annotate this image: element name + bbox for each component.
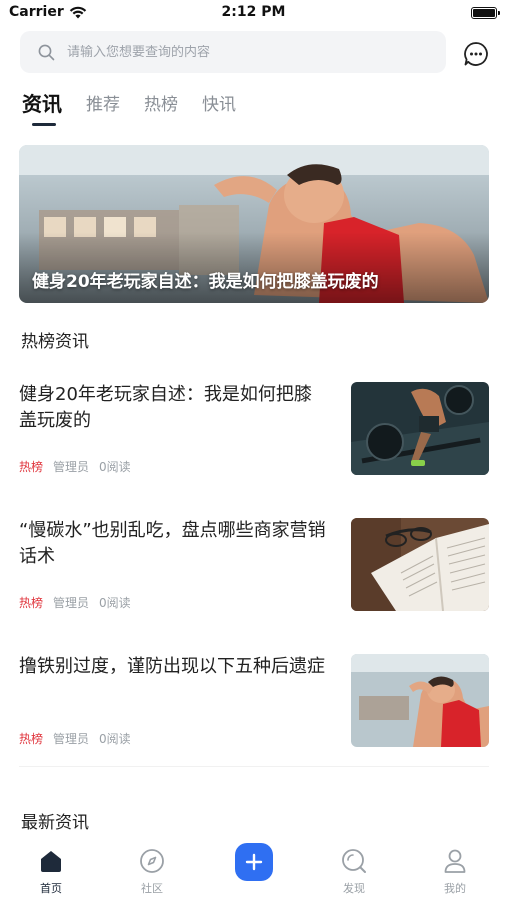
article-reads: 0阅读: [99, 596, 131, 610]
compass-icon: [140, 849, 164, 873]
carrier-indicator: Carrier: [9, 4, 87, 20]
latest-section-title: 最新资讯: [21, 813, 89, 833]
article-reads: 0阅读: [99, 732, 131, 746]
thumbnail-image: [351, 382, 489, 475]
article-thumbnail: [351, 654, 489, 747]
search-input[interactable]: [67, 44, 407, 60]
tabbar-label: 发现: [343, 882, 365, 895]
banner-carousel[interactable]: 健身20年老玩家自述：我是如何把膝盖玩废的: [19, 145, 489, 303]
article-author: 管理员: [53, 596, 90, 610]
article-meta: 热榜 管理员 0阅读: [19, 594, 131, 611]
article-author: 管理员: [53, 732, 90, 746]
home-icon: [41, 851, 61, 872]
status-time: 2:12 PM: [221, 4, 286, 20]
carrier-label: Carrier: [9, 4, 64, 20]
tab-flash[interactable]: 快讯: [202, 91, 236, 119]
article-title: 撸铁别过度，谨防出现以下五种后遗症: [19, 656, 325, 677]
thumbnail-image: [351, 654, 489, 747]
plus-icon: [245, 853, 263, 871]
search-icon: [38, 44, 55, 60]
article-thumbnail: [351, 518, 489, 611]
hot-tag: 热榜: [19, 460, 44, 474]
tab-hot[interactable]: 热榜: [144, 91, 178, 119]
battery-icon: [471, 7, 500, 19]
article-meta: 热榜 管理员 0阅读: [19, 458, 131, 475]
article-title: “慢碳水”也别乱吃，盘点哪些商家营销话术: [19, 520, 326, 567]
article-title: 健身20年老玩家自述：我是如何把膝盖玩废的: [19, 384, 312, 431]
message-icon: [464, 42, 488, 66]
article-item[interactable]: 撸铁别过度，谨防出现以下五种后遗症 热榜 管理员 0阅读: [19, 654, 489, 747]
hot-section-title: 热榜资讯: [21, 332, 89, 352]
hot-tag: 热榜: [19, 596, 44, 610]
tabbar-label: 社区: [141, 882, 163, 895]
thumbnail-image: [351, 518, 489, 611]
category-tabs: 资讯 推荐 热榜 快讯: [22, 90, 236, 130]
tabbar-label: 首页: [40, 882, 62, 895]
tabbar-label: 我的: [444, 882, 466, 895]
article-author: 管理员: [53, 460, 90, 474]
message-button[interactable]: [462, 40, 490, 68]
add-post-button[interactable]: [235, 843, 273, 881]
person-icon: [444, 849, 466, 873]
tab-news[interactable]: 资讯: [22, 90, 62, 126]
article-meta: 热榜 管理员 0阅读: [19, 730, 131, 747]
article-item[interactable]: 健身20年老玩家自述：我是如何把膝盖玩废的 热榜 管理员 0阅读: [19, 382, 489, 475]
status-bar: Carrier 2:12 PM: [0, 0, 507, 28]
discover-icon: [342, 849, 366, 873]
tabbar-item-discover[interactable]: 发现: [324, 846, 384, 896]
tab-recommend[interactable]: 推荐: [86, 91, 120, 119]
article-reads: 0阅读: [99, 460, 131, 474]
tabbar-item-community[interactable]: 社区: [122, 846, 182, 896]
wifi-icon: [69, 6, 86, 18]
tabbar-item-home[interactable]: 首页: [21, 846, 81, 896]
hot-tag: 热榜: [19, 732, 44, 746]
article-item[interactable]: “慢碳水”也别乱吃，盘点哪些商家营销话术 热榜 管理员 0阅读: [19, 518, 489, 611]
article-thumbnail: [351, 382, 489, 475]
banner-title: 健身20年老玩家自述：我是如何把膝盖玩废的: [32, 272, 379, 292]
tabbar-item-profile[interactable]: 我的: [425, 846, 485, 896]
search-bar[interactable]: [20, 31, 446, 73]
divider: [19, 766, 489, 767]
bottom-tab-bar: 首页 社区 发现 我的: [0, 840, 507, 900]
